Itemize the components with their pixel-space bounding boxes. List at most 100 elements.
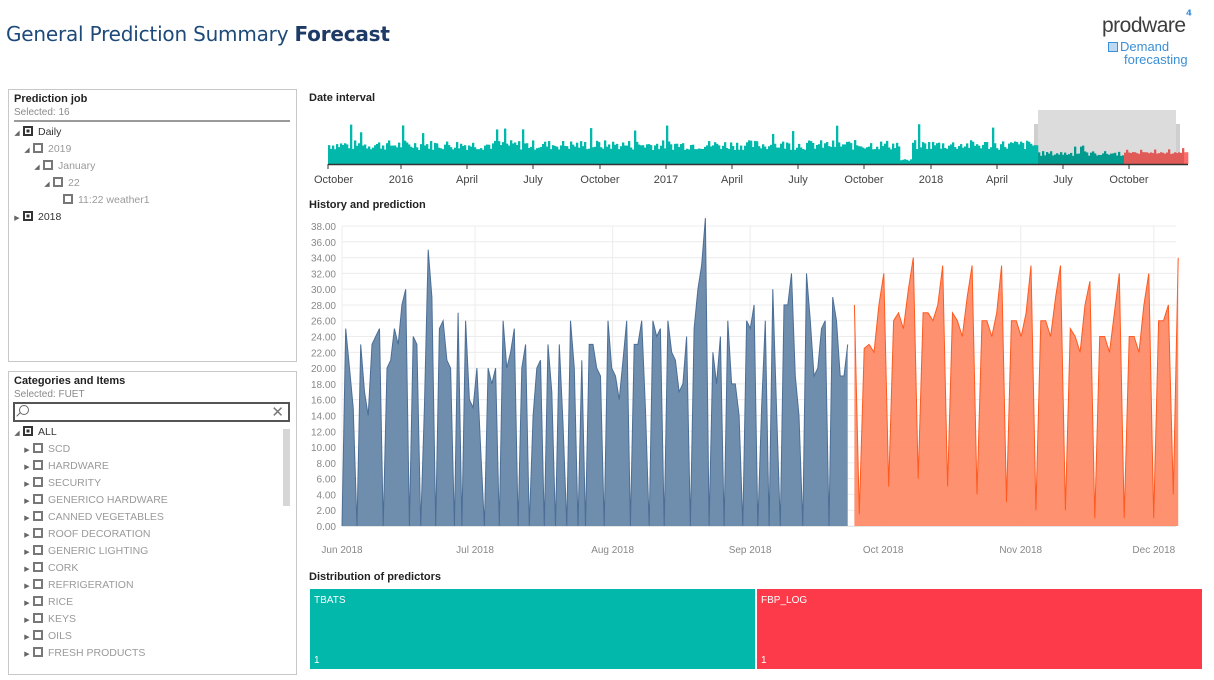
checkbox[interactable]: [33, 143, 43, 153]
checkbox[interactable]: [23, 126, 33, 136]
tree-item[interactable]: ▶ KEYS: [9, 611, 296, 628]
checkbox[interactable]: [33, 562, 43, 572]
collapse-caret-icon[interactable]: ▶: [13, 210, 21, 227]
date-bar: [902, 159, 905, 164]
date-bar: [598, 142, 601, 164]
tree-item[interactable]: 11:22 weather1: [9, 192, 296, 209]
checkbox[interactable]: [33, 596, 43, 606]
y-tick-label: 0.00: [317, 522, 337, 533]
date-bar: [666, 125, 669, 164]
date-bar: [1064, 152, 1067, 164]
collapse-caret-icon[interactable]: ▶: [23, 646, 31, 663]
category-search-input[interactable]: [15, 408, 288, 425]
date-bar: [336, 144, 339, 164]
date-bar: [826, 142, 829, 164]
checkbox[interactable]: [33, 528, 43, 538]
tree-item[interactable]: ▶ FRESH PRODUCTS: [9, 645, 296, 662]
date-bar: [970, 140, 973, 164]
collapse-caret-icon[interactable]: ▶: [23, 595, 31, 612]
checkbox[interactable]: [23, 211, 33, 221]
date-bar: [868, 146, 871, 164]
tree-item[interactable]: ▶ CANNED VEGETABLES: [9, 509, 296, 526]
expand-caret-icon[interactable]: ◢: [43, 176, 51, 193]
date-bar: [1134, 152, 1137, 164]
date-bar: [1036, 145, 1039, 164]
date-bar: [592, 147, 595, 164]
expand-caret-icon[interactable]: ◢: [33, 159, 41, 176]
chart-icon: [1108, 42, 1118, 52]
tree-item[interactable]: ◢ 2019: [9, 141, 296, 158]
tree-item[interactable]: ◢ Daily: [9, 124, 296, 141]
collapse-caret-icon[interactable]: ▶: [23, 578, 31, 595]
history-prediction-chart[interactable]: 0.00 2.00 4.00 6.00 8.00 10.00 12.00 14.00 16.00…: [300, 218, 1210, 563]
tree-item[interactable]: ◢ January: [9, 158, 296, 175]
clear-search-icon[interactable]: ✕: [271, 403, 284, 421]
date-bar: [1010, 142, 1013, 164]
tree-item[interactable]: ▶ ROOF DECORATION: [9, 526, 296, 543]
date-bar: [938, 142, 941, 164]
tree-item[interactable]: ▶ SCD: [9, 441, 296, 458]
collapse-caret-icon[interactable]: ▶: [23, 612, 31, 629]
tree-item[interactable]: ▶ GENERIC LIGHTING: [9, 543, 296, 560]
checkbox[interactable]: [33, 579, 43, 589]
checkbox[interactable]: [23, 426, 33, 436]
collapse-caret-icon[interactable]: ▶: [23, 629, 31, 646]
treemap-cell-tbats[interactable]: TBATS 1: [309, 588, 756, 670]
checkbox[interactable]: [33, 545, 43, 555]
checkbox[interactable]: [33, 460, 43, 470]
tree-item[interactable]: ◢ ALL: [9, 424, 296, 441]
date-interval-chart[interactable]: October 2016 April July October 2017 April July…: [300, 104, 1200, 190]
tree-item[interactable]: ▶ REFRIGERATION: [9, 577, 296, 594]
date-bar: [610, 148, 613, 164]
collapse-caret-icon[interactable]: ▶: [23, 510, 31, 527]
checkbox[interactable]: [33, 630, 43, 640]
collapse-caret-icon[interactable]: ▶: [23, 493, 31, 510]
tree-item[interactable]: ▶ RICE: [9, 594, 296, 611]
checkbox[interactable]: [63, 194, 73, 204]
checkbox[interactable]: [33, 511, 43, 521]
checkbox[interactable]: [33, 494, 43, 504]
date-bar: [474, 147, 477, 164]
date-bar: [986, 142, 989, 164]
date-bar: [918, 124, 921, 164]
collapse-caret-icon[interactable]: ▶: [23, 544, 31, 561]
checkbox[interactable]: [33, 477, 43, 487]
date-bar: [942, 143, 945, 164]
date-bar: [830, 146, 833, 164]
date-bar: [442, 149, 445, 164]
tree-item[interactable]: ▶ OILS: [9, 628, 296, 645]
date-bar: [1018, 144, 1021, 164]
collapse-caret-icon[interactable]: ▶: [23, 561, 31, 578]
date-bar: [1164, 153, 1167, 164]
tree-item[interactable]: ▶ 2018: [9, 209, 296, 226]
collapse-caret-icon[interactable]: ▶: [23, 442, 31, 459]
expand-caret-icon[interactable]: ◢: [13, 425, 21, 442]
date-bar: [522, 129, 525, 164]
tree-item[interactable]: ▶ SECURITY: [9, 475, 296, 492]
date-bar: [338, 147, 341, 164]
tree-item[interactable]: ▶ CORK: [9, 560, 296, 577]
date-bar: [792, 131, 795, 164]
date-bar: [734, 149, 737, 164]
date-bar: [846, 141, 849, 164]
collapse-caret-icon[interactable]: ▶: [23, 527, 31, 544]
date-bar: [702, 148, 705, 164]
checkbox[interactable]: [53, 177, 63, 187]
tree-item[interactable]: ◢ 22: [9, 175, 296, 192]
expand-caret-icon[interactable]: ◢: [13, 125, 21, 142]
checkbox[interactable]: [33, 647, 43, 657]
date-bar: [364, 144, 367, 164]
date-bar: [1116, 155, 1119, 164]
checkbox[interactable]: [33, 443, 43, 453]
collapse-caret-icon[interactable]: ▶: [23, 476, 31, 493]
expand-caret-icon[interactable]: ◢: [23, 142, 31, 159]
checkbox[interactable]: [33, 613, 43, 623]
treemap-cell-fbp-log[interactable]: FBP_LOG 1: [756, 588, 1203, 670]
y-tick-label: 18.00: [311, 380, 336, 391]
checkbox[interactable]: [43, 160, 53, 170]
collapse-caret-icon[interactable]: ▶: [23, 459, 31, 476]
date-bar: [374, 145, 377, 164]
tree-item[interactable]: ▶ GENERICO HARDWARE: [9, 492, 296, 509]
date-bar: [402, 125, 405, 164]
tree-item[interactable]: ▶ HARDWARE: [9, 458, 296, 475]
